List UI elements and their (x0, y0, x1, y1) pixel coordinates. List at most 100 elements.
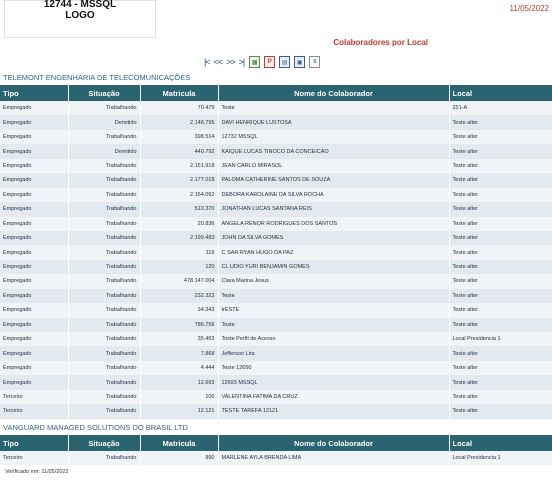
table-row[interactable]: Empregado Trabalhando 2.177.018 PALOMA CATH… (0, 173, 552, 188)
cell-local: Teste alter (449, 389, 552, 405)
excel-export-icon[interactable]: ▦ (249, 56, 261, 68)
cell-nome: DAVI HENRIQUE LUSTOSA (218, 115, 450, 130)
cell-local: Teste alter (449, 404, 552, 419)
cell-nome: Teste (218, 101, 450, 116)
col-header-tipo[interactable]: Tipo (0, 85, 69, 101)
table-row[interactable]: Empregado Trabalhando 478.147.004 Clara Mar… (0, 274, 552, 289)
employees-table: Tipo Situação Matricula Nome do Colabora… (0, 85, 552, 419)
cell-situacao: Trabalhando (68, 389, 141, 405)
cell-tipo: Empregado (0, 216, 69, 231)
table-row[interactable]: Empregado Trabalhando 786.756 Teste Teste al… (0, 317, 552, 332)
cell-situacao: Trabalhando (68, 404, 141, 419)
cell-situacao: Trabalhando (68, 346, 141, 361)
col-header-nome[interactable]: Nome do Colaborador (218, 435, 450, 451)
table-row[interactable]: Empregado Trabalhando 510.370 JONATHAN LUCA… (0, 202, 552, 217)
cell-nome: Teste (218, 317, 450, 332)
cell-situacao: Trabalhando (68, 288, 141, 304)
cell-matricula: 35.463 (140, 332, 219, 347)
cell-matricula: 34.343 (140, 303, 219, 318)
table-row[interactable]: Empregado Demitido 2.148.795 DAVI HENRIQUE … (0, 115, 552, 130)
table-row[interactable]: Empregado Trabalhando 70.479 Teste 251-A (0, 101, 552, 116)
col-header-tipo[interactable]: Tipo (0, 435, 69, 451)
first-page-link[interactable]: |< (203, 57, 211, 67)
cell-matricula: 786.756 (140, 317, 219, 332)
company-name: TELEMONT ENGENHARIA DE TELECOMUNICAÇÕES (3, 73, 191, 82)
cell-tipo: Empregado (0, 245, 69, 260)
report-toolbar: |< << >> >| ▦ P ▤ ▣ ≡ (203, 55, 321, 69)
cell-situacao: Trabalhando (68, 259, 141, 275)
cell-situacao: Trabalhando (68, 101, 141, 116)
cell-situacao: Trabalhando (68, 129, 141, 145)
col-header-situacao[interactable]: Situação (68, 85, 141, 101)
table-row[interactable]: Empregado Trabalhando 20.836 ANGELA RENOR R… (0, 216, 552, 231)
cell-local: Teste alter (449, 303, 552, 318)
cell-nome: JEAN CARLO MIRASOL (218, 158, 450, 174)
cell-tipo: Empregado (0, 187, 69, 203)
calendar-icon[interactable]: ▤ (279, 56, 291, 68)
cell-tipo: Terceiro (0, 451, 69, 466)
report-title: Colaboradores por Local (333, 38, 428, 47)
col-header-matricula[interactable]: Matricula (140, 435, 219, 451)
cell-nome: Jefferson Lira (218, 346, 450, 361)
cell-matricula: 2.164.092 (140, 187, 219, 203)
cell-nome: CL UDIO YURI BENJAMIN GOMES (218, 259, 450, 275)
cell-situacao: Trabalhando (68, 332, 141, 347)
cell-nome: DEBORA KAROLAINE DA SILVA ROCHA (218, 187, 450, 203)
verified-footer: Verificado em: 11/05/2022 (5, 469, 69, 475)
table-row[interactable]: Empregado Trabalhando 7.868 Jefferson Lira T… (0, 346, 552, 361)
col-header-local[interactable]: Local (449, 435, 552, 451)
cell-situacao: Trabalhando (68, 187, 141, 203)
cell-situacao: Demitido (68, 115, 141, 130)
cell-tipo: Empregado (0, 360, 69, 376)
table-row[interactable]: Empregado Trabalhando 12.693 12693 MSSQL Tes… (0, 375, 552, 390)
cell-matricula: 2.199.483 (140, 230, 219, 246)
cell-situacao: Trabalhando (68, 202, 141, 217)
cell-matricula: 478.147.004 (140, 274, 219, 289)
cell-matricula: 119 (140, 245, 219, 260)
col-header-local[interactable]: Local (449, 85, 552, 101)
table-row[interactable]: Empregado Trabalhando 2.151.918 JEAN CARLO … (0, 158, 552, 174)
cell-local: Teste alter (449, 360, 552, 376)
logo-subtitle: LOGO (65, 10, 95, 21)
col-header-nome[interactable]: Nome do Colaborador (218, 85, 450, 101)
cell-tipo: Empregado (0, 303, 69, 318)
col-header-matricula[interactable]: Matricula (140, 85, 219, 101)
report-date: 11/05/2022 (509, 4, 549, 13)
pdf-export-icon[interactable]: P (264, 56, 276, 68)
cell-tipo: Terceiro (0, 389, 69, 405)
table-row[interactable]: Empregado Trabalhando 232.323 Teste Teste al… (0, 288, 552, 304)
prev-page-link[interactable]: << (213, 57, 224, 67)
next-page-link[interactable]: >> (225, 57, 236, 67)
cell-local: Teste alter (449, 187, 552, 203)
cell-nome: TESTE TAREFA 12121 (218, 404, 450, 419)
cell-nome: Clara Marina Jesus (218, 274, 450, 289)
table-row[interactable]: Empregado Trabalhando 34.343 trESTE Teste al… (0, 303, 552, 318)
table-row[interactable]: Empregado Trabalhando 119 C SAR RYAN HUGO D… (0, 245, 552, 260)
cell-nome: VALENTINA FATIMA DA CRUZ (218, 389, 450, 405)
table-row[interactable]: Empregado Trabalhando 35.463 Teste Perfil d… (0, 332, 552, 347)
cell-nome: C SAR RYAN HUGO DA PAZ (218, 245, 450, 260)
table-row[interactable]: Empregado Trabalhando 120 CL UDIO YURI BENJ… (0, 259, 552, 275)
table-row[interactable]: Empregado Trabalhando 2.199.483 JOHN DA SIL… (0, 230, 552, 246)
table-row[interactable]: Terceiro Trabalhando 890 MARLENE AYLA BREND… (0, 451, 552, 466)
cell-nome: 12732 MSSQL (218, 129, 450, 145)
cell-tipo: Empregado (0, 115, 69, 130)
table-row[interactable]: Empregado Demitido 440.792 KAIQUE LUCAS TIN… (0, 144, 552, 159)
cell-situacao: Trabalhando (68, 173, 141, 188)
cell-situacao: Trabalhando (68, 274, 141, 289)
table-row[interactable]: Terceiro Trabalhando 12.121 TESTE TAREFA 12… (0, 404, 552, 419)
cell-local: Teste alter (449, 202, 552, 217)
table-row[interactable]: Empregado Trabalhando 4.444 Teste 12650 Test… (0, 360, 552, 376)
cell-tipo: Empregado (0, 158, 69, 174)
table-row[interactable]: Empregado Trabalhando 398.514 12732 MSSQL Te… (0, 129, 552, 145)
col-header-situacao[interactable]: Situação (68, 435, 141, 451)
cell-matricula: 20.836 (140, 216, 219, 231)
table-row[interactable]: Empregado Trabalhando 2.164.092 DEBORA KARO… (0, 187, 552, 203)
last-page-link[interactable]: >| (238, 57, 246, 67)
cell-situacao: Trabalhando (68, 360, 141, 376)
table-row[interactable]: Terceiro Trabalhando 100 VALENTINA FATIMA D… (0, 389, 552, 405)
document-icon[interactable]: ≡ (309, 56, 321, 68)
cell-matricula: 2.151.918 (140, 158, 219, 174)
print-icon[interactable]: ▣ (294, 56, 306, 68)
cell-tipo: Empregado (0, 101, 69, 116)
